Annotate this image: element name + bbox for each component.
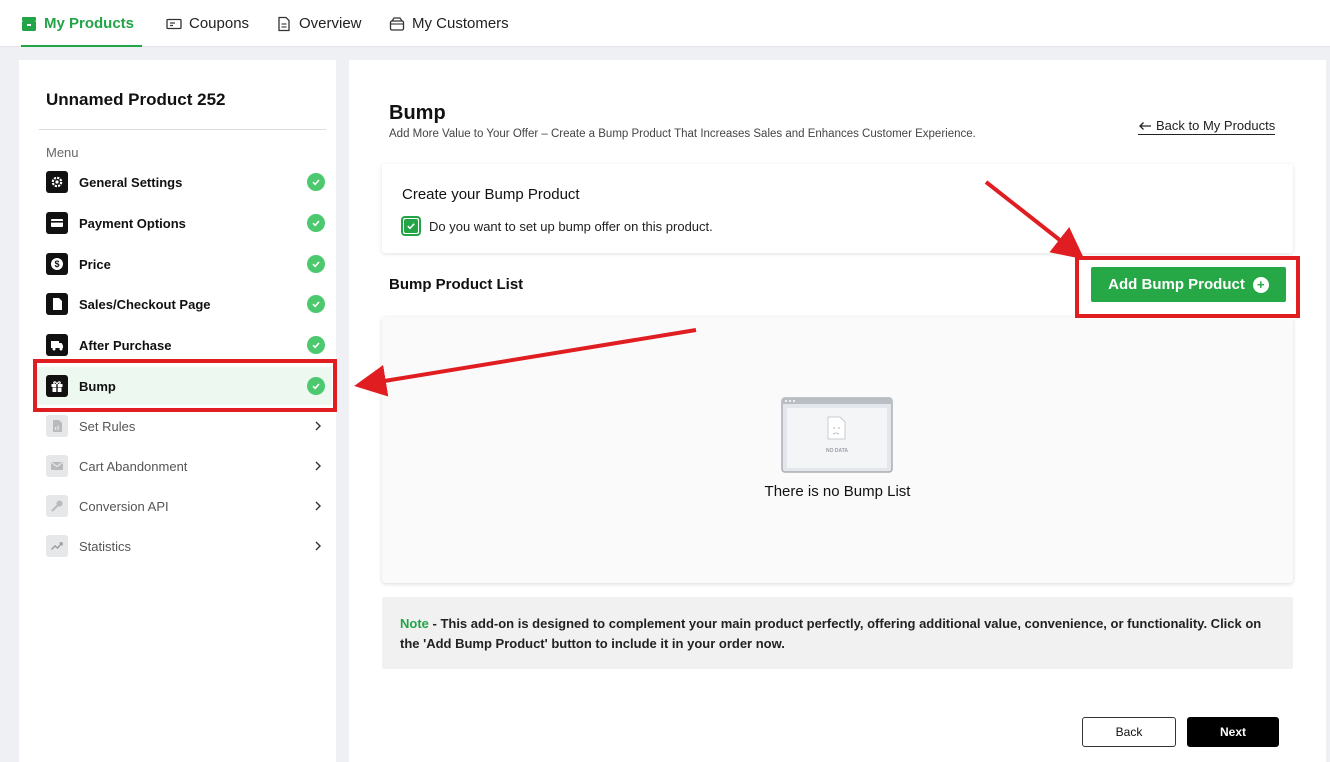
sidebar-item-label: General Settings (79, 174, 183, 190)
product-title: Unnamed Product 252 (46, 90, 226, 109)
tab-overview[interactable]: Overview (276, 0, 362, 47)
divider (39, 129, 326, 130)
back-button[interactable]: Back (1082, 717, 1176, 747)
bump-list-title: Bump Product List (389, 276, 524, 293)
sidebar-item-price[interactable]: $ Price (35, 245, 332, 283)
trend-icon (46, 535, 68, 557)
chevron-right-icon (315, 421, 321, 431)
note-text: - This add-on is designed to complement … (400, 616, 1262, 651)
sidebar-item-label: Payment Options (79, 215, 186, 231)
chevron-right-icon (315, 541, 321, 551)
sidebar-item-label: Price (79, 256, 111, 272)
top-navigation: My Products Coupons Overview My Customer… (0, 0, 1330, 47)
sidebar-item-payment-options[interactable]: Payment Options (35, 204, 332, 242)
svg-text:$: $ (54, 259, 59, 269)
add-bump-label: Add Bump Product (1108, 276, 1245, 293)
next-button[interactable]: Next (1187, 717, 1279, 747)
arrow-left-icon (1138, 121, 1152, 131)
sidebar-item-label: Set Rules (79, 418, 136, 434)
bump-list-empty-state: NO DATA There is no Bump List (382, 317, 1293, 583)
sidebar-item-label: Statistics (79, 538, 132, 554)
sidebar-item-label: Sales/Checkout Page (79, 296, 211, 312)
sidebar-item-label: Conversion API (79, 498, 169, 514)
rules-icon (46, 415, 68, 437)
page-subtitle: Add More Value to Your Offer – Create a … (389, 128, 976, 140)
page-icon (46, 293, 68, 315)
back-to-products-link[interactable]: Back to My Products (1138, 118, 1276, 135)
document-icon (276, 16, 292, 32)
chevron-right-icon (315, 501, 321, 511)
dollar-icon: $ (46, 253, 68, 275)
gear-icon (46, 171, 68, 193)
wallet-icon (389, 16, 405, 32)
sidebar-item-set-rules[interactable]: Set Rules (35, 407, 332, 445)
sidebar-item-general-settings[interactable]: General Settings (35, 163, 332, 201)
card-icon (46, 212, 68, 234)
check-icon (307, 255, 325, 273)
tab-label: My Products (44, 15, 135, 32)
no-data-illustration: NO DATA (781, 397, 893, 473)
ticket-icon (166, 16, 182, 32)
sidebar-item-after-purchase[interactable]: After Purchase (35, 326, 332, 364)
sidebar-item-conversion-api[interactable]: Conversion API (35, 487, 332, 525)
gift-icon (46, 375, 68, 397)
create-bump-title: Create your Bump Product (402, 186, 580, 203)
main-panel: Bump Add More Value to Your Offer – Crea… (349, 60, 1326, 762)
page-title: Bump (389, 102, 446, 124)
tab-coupons[interactable]: Coupons (166, 0, 249, 47)
bump-offer-checkbox-label: Do you want to set up bump offer on this… (429, 219, 713, 234)
truck-icon (46, 334, 68, 356)
mail-icon (46, 455, 68, 477)
plus-circle-icon: + (1252, 276, 1269, 293)
tab-my-customers[interactable]: My Customers (389, 0, 509, 47)
check-icon (307, 377, 325, 395)
tab-my-products[interactable]: My Products (21, 0, 142, 47)
note-label: Note (400, 616, 429, 631)
tab-label: Overview (299, 15, 362, 32)
check-icon (307, 336, 325, 354)
key-icon (46, 495, 68, 517)
check-icon (307, 173, 325, 191)
tab-label: My Customers (412, 15, 509, 32)
chevron-right-icon (315, 461, 321, 471)
store-icon (21, 16, 37, 32)
sidebar-item-label: After Purchase (79, 337, 172, 353)
bump-offer-checkbox[interactable] (401, 216, 421, 236)
sidebar-item-label: Bump (79, 378, 116, 394)
sidebar-item-label: Cart Abandonment (79, 458, 188, 474)
add-bump-product-button[interactable]: Add Bump Product + (1091, 267, 1286, 302)
check-icon (307, 214, 325, 232)
sidebar-item-bump[interactable]: Bump (35, 367, 332, 405)
sidebar-item-statistics[interactable]: Statistics (35, 527, 332, 565)
tab-label: Coupons (189, 15, 250, 32)
note-box: Note - This add-on is designed to comple… (382, 597, 1293, 669)
empty-state-message: There is no Bump List (764, 483, 911, 500)
back-link-label: Back to My Products (1156, 118, 1276, 133)
check-icon (307, 295, 325, 313)
svg-text:NO DATA: NO DATA (826, 448, 848, 454)
menu-label: Menu (46, 145, 79, 160)
sidebar-item-cart-abandonment[interactable]: Cart Abandonment (35, 447, 332, 485)
sidebar-item-sales-checkout-page[interactable]: Sales/Checkout Page (35, 285, 332, 323)
check-icon (407, 223, 415, 230)
sidebar: Unnamed Product 252 Menu General Setting… (19, 60, 336, 762)
create-bump-card: Create your Bump Product Do you want to … (382, 164, 1293, 253)
